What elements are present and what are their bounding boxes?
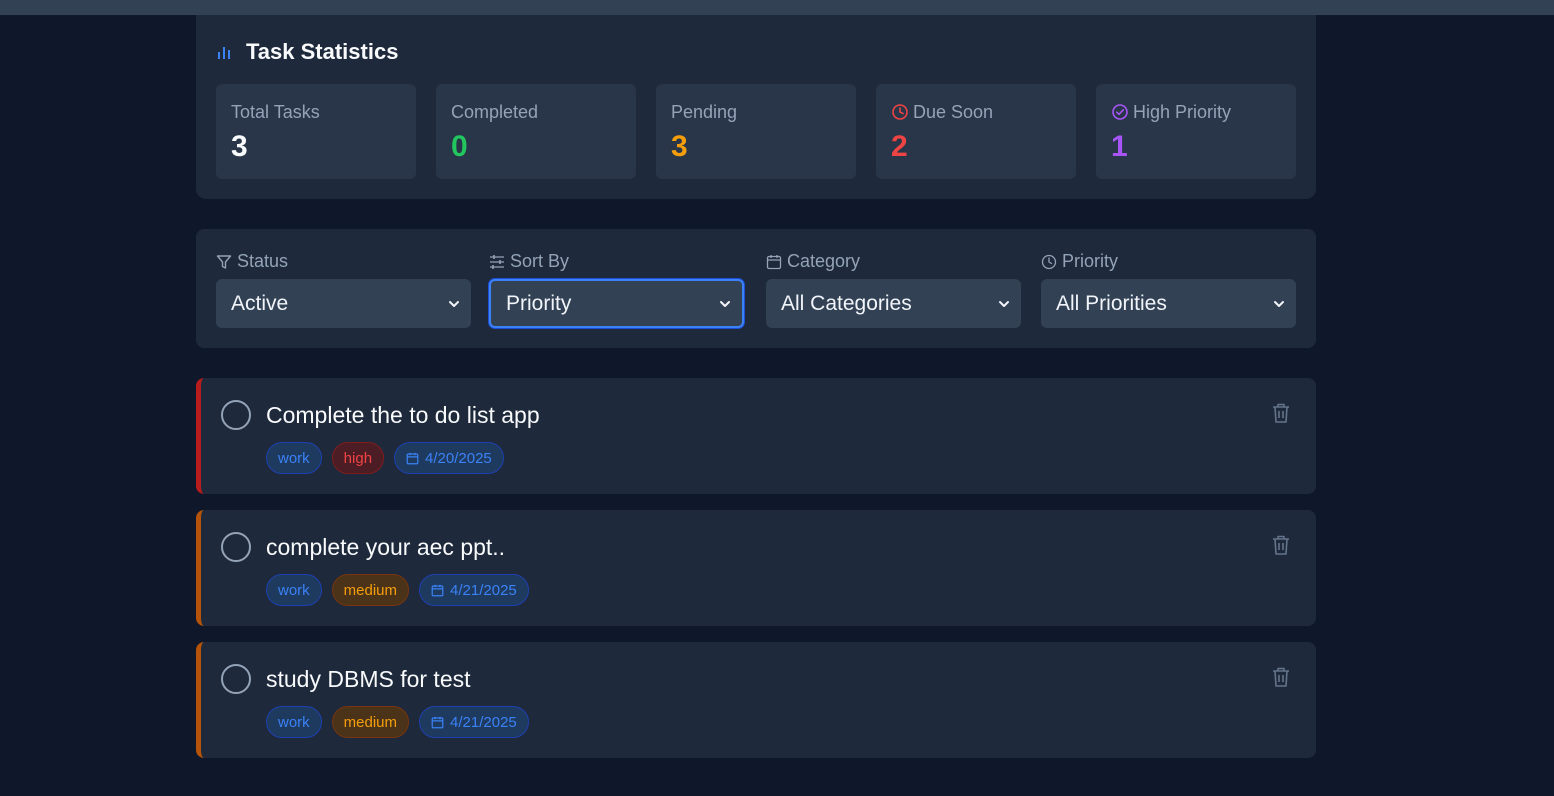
stat-value-completed: 0 bbox=[451, 130, 468, 163]
statistics-panel: Task Statistics Total Tasks 3 Completed … bbox=[196, 15, 1316, 199]
priority-select-value: All Priorities bbox=[1056, 291, 1167, 315]
main-container: Task Statistics Total Tasks 3 Completed … bbox=[196, 15, 1316, 758]
statistics-title: Task Statistics bbox=[246, 39, 399, 64]
priority-badge: medium bbox=[331, 706, 410, 738]
task-item: study DBMS for test work medium 4/21/202… bbox=[196, 642, 1316, 758]
stat-value-due-soon: 2 bbox=[891, 130, 908, 163]
calendar-icon bbox=[431, 716, 444, 728]
clock-icon bbox=[1041, 254, 1057, 269]
sort-select[interactable]: Priority bbox=[489, 279, 744, 328]
priority-select[interactable]: All Priorities bbox=[1041, 279, 1296, 328]
complete-checkbox[interactable] bbox=[221, 532, 251, 562]
stat-value-high-priority: 1 bbox=[1111, 130, 1128, 163]
sort-select-value: Priority bbox=[506, 291, 572, 315]
stat-label-row: Due Soon bbox=[891, 100, 1061, 124]
trash-icon[interactable] bbox=[1271, 666, 1291, 688]
filters-panel: Status Active Sort By Priority Category bbox=[196, 229, 1316, 348]
trash-icon[interactable] bbox=[1271, 402, 1291, 424]
calendar-icon bbox=[406, 452, 419, 464]
task-title: complete your aec ppt.. bbox=[266, 534, 506, 560]
sort-filter: Sort By Priority bbox=[489, 249, 744, 328]
trash-icon[interactable] bbox=[1271, 534, 1291, 556]
due-date-badge: 4/20/2025 bbox=[394, 442, 504, 474]
stat-card-due-soon: Due Soon 2 bbox=[876, 84, 1076, 179]
category-select-value: All Categories bbox=[781, 291, 912, 315]
chevron-down-icon bbox=[720, 300, 730, 307]
calendar-icon bbox=[431, 584, 444, 596]
stat-label: Due Soon bbox=[913, 101, 994, 122]
status-select-value: Active bbox=[231, 291, 289, 315]
category-badge: work bbox=[266, 706, 322, 738]
task-tags: work medium 4/21/2025 bbox=[266, 574, 529, 606]
priority-filter: Priority All Priorities bbox=[1041, 249, 1296, 328]
clock-icon bbox=[892, 104, 908, 120]
status-filter-label: Status bbox=[237, 251, 289, 271]
due-date-badge: 4/21/2025 bbox=[419, 706, 529, 738]
due-date-text: 4/20/2025 bbox=[425, 449, 492, 467]
filter-icon bbox=[216, 254, 232, 269]
stat-card-total: Total Tasks 3 bbox=[216, 84, 416, 179]
stat-value-total: 3 bbox=[231, 130, 248, 163]
status-filter: Status Active bbox=[216, 249, 471, 328]
category-filter-label: Category bbox=[787, 251, 861, 271]
stat-value-pending: 3 bbox=[671, 130, 688, 163]
task-item: Complete the to do list app work high 4/… bbox=[196, 378, 1316, 494]
stat-cards: Total Tasks 3 Completed 0 Pending 3 Due … bbox=[216, 84, 1296, 179]
priority-badge: medium bbox=[331, 574, 410, 606]
complete-checkbox[interactable] bbox=[221, 400, 251, 430]
category-badge: work bbox=[266, 574, 322, 606]
status-filter-label-row: Status bbox=[216, 249, 471, 274]
task-tags: work medium 4/21/2025 bbox=[266, 706, 529, 738]
chevron-down-icon bbox=[449, 300, 459, 307]
category-badge: work bbox=[266, 442, 322, 474]
task-item: complete your aec ppt.. work medium 4/21… bbox=[196, 510, 1316, 626]
top-bar bbox=[0, 0, 1554, 15]
stat-label: Pending bbox=[671, 101, 738, 122]
stat-label: Total Tasks bbox=[231, 101, 320, 122]
check-circle-icon bbox=[1112, 104, 1128, 120]
sort-filter-label-row: Sort By bbox=[489, 249, 744, 274]
due-date-text: 4/21/2025 bbox=[450, 581, 517, 599]
task-title: Complete the to do list app bbox=[266, 402, 540, 428]
stat-card-high-priority: High Priority 1 bbox=[1096, 84, 1296, 179]
priority-filter-label-row: Priority bbox=[1041, 249, 1296, 274]
stat-label: Completed bbox=[451, 101, 539, 122]
calendar-icon bbox=[766, 254, 782, 269]
sliders-icon bbox=[490, 254, 504, 269]
priority-badge: high bbox=[331, 442, 385, 474]
category-filter: Category All Categories bbox=[766, 249, 1021, 328]
due-date-badge: 4/21/2025 bbox=[419, 574, 529, 606]
task-tags: work high 4/20/2025 bbox=[266, 442, 504, 474]
category-filter-label-row: Category bbox=[766, 249, 1021, 274]
chevron-down-icon bbox=[999, 300, 1009, 307]
stat-card-pending: Pending 3 bbox=[656, 84, 856, 179]
due-date-text: 4/21/2025 bbox=[450, 713, 517, 731]
chevron-down-icon bbox=[1274, 300, 1284, 307]
task-title: study DBMS for test bbox=[266, 666, 471, 692]
stat-label: High Priority bbox=[1133, 101, 1232, 122]
sort-filter-label: Sort By bbox=[510, 251, 570, 271]
complete-checkbox[interactable] bbox=[221, 664, 251, 694]
stat-card-completed: Completed 0 bbox=[436, 84, 636, 179]
bar-chart-icon bbox=[218, 47, 230, 59]
category-select[interactable]: All Categories bbox=[766, 279, 1021, 328]
status-select[interactable]: Active bbox=[216, 279, 471, 328]
statistics-header: Task Statistics bbox=[216, 39, 398, 65]
priority-filter-label: Priority bbox=[1062, 251, 1119, 271]
stat-label-row: High Priority bbox=[1111, 100, 1281, 124]
